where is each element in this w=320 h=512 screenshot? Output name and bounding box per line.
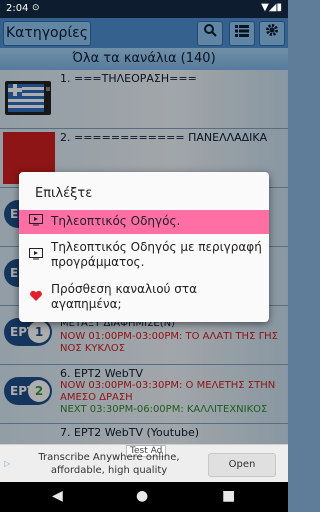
navigation-bar: ◀ ● ■ bbox=[0, 482, 288, 512]
option-label: Τηλεοπτικός Οδηγός. bbox=[51, 214, 181, 228]
status-bar: 2:04 ⊙ ▼◢▮ bbox=[0, 0, 288, 18]
home-icon[interactable]: ● bbox=[136, 488, 148, 504]
system-icons: ▼◢▮ bbox=[261, 2, 282, 13]
clock: 2:04 bbox=[6, 3, 29, 14]
notification-icon: ⊙ bbox=[32, 3, 40, 13]
dialog-title: Επιλέξτε bbox=[35, 186, 93, 201]
ad-banner[interactable]: Test Ad ▷ Transcribe Anywhere online, af… bbox=[0, 444, 288, 483]
tv-guide-option[interactable]: Τηλεοπτικός Οδηγός. bbox=[19, 210, 269, 234]
option-label: Τηλεοπτικός Οδηγός με περιγραφή προγράμμ… bbox=[51, 240, 262, 269]
ad-open-button[interactable]: Open bbox=[208, 453, 276, 477]
heart-icon bbox=[29, 290, 43, 305]
tv-guide-icon bbox=[29, 248, 43, 263]
add-favorite-option[interactable]: Πρόσθεση καναλιού στα αγαπημένα; bbox=[19, 278, 269, 316]
back-icon[interactable]: ◀ bbox=[52, 488, 63, 504]
ad-text: Transcribe Anywhere online, affordable, … bbox=[38, 452, 180, 476]
tv-guide-icon bbox=[29, 214, 43, 229]
option-label: Πρόσθεση καναλιού στα αγαπημένα; bbox=[51, 282, 198, 311]
recents-icon[interactable]: ■ bbox=[222, 488, 235, 504]
choose-dialog: Επιλέξτε Τηλεοπτικός Οδηγός. Τηλεοπτικός… bbox=[19, 172, 269, 322]
ad-choices-icon[interactable]: ▷ bbox=[4, 459, 10, 468]
tv-guide-description-option[interactable]: Τηλεοπτικός Οδηγός με περιγραφή προγράμμ… bbox=[19, 236, 269, 274]
